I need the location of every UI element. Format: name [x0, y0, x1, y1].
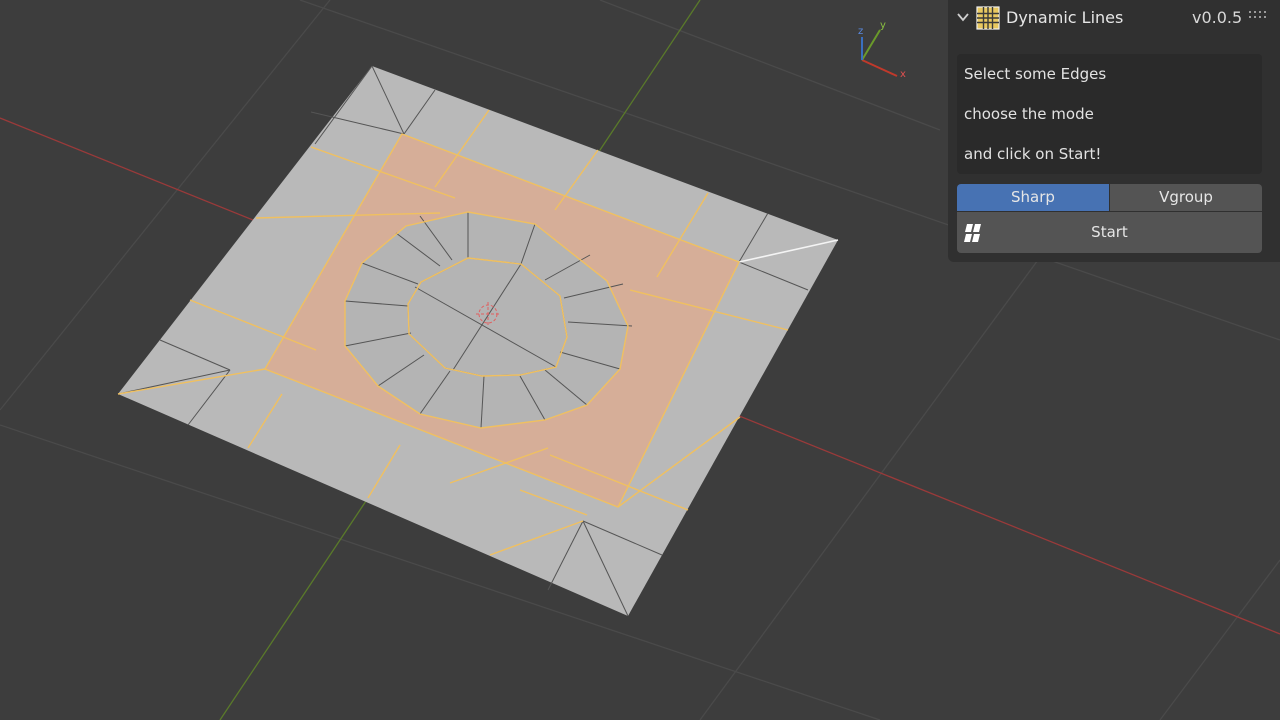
dynamic-lines-panel: Dynamic Lines v0.0.5 Select some Edges c…	[948, 0, 1280, 262]
mode-selector: Sharp Vgroup	[957, 184, 1262, 211]
gizmo-y-axis	[861, 29, 881, 61]
gizmo-x-axis	[861, 59, 898, 77]
panel-header[interactable]: Dynamic Lines v0.0.5	[948, 0, 1280, 36]
drag-handle-icon[interactable]	[1248, 10, 1270, 22]
instruction-line-1: Select some Edges	[964, 65, 1107, 83]
gizmo-y-label: y	[880, 20, 886, 31]
panel-title: Dynamic Lines	[1006, 8, 1124, 27]
instruction-line-2: choose the mode	[964, 105, 1094, 123]
mode-vgroup-button[interactable]: Vgroup	[1110, 184, 1262, 211]
version-label: v0.0.5	[1192, 8, 1243, 27]
axis-gizmo[interactable]: x y z	[858, 20, 906, 80]
chevron-down-icon[interactable]	[956, 10, 970, 24]
mode-sharp-button[interactable]: Sharp	[957, 184, 1109, 211]
instruction-line-3: and click on Start!	[964, 145, 1102, 163]
grid-icon	[976, 6, 1000, 30]
gizmo-x-label: x	[900, 69, 906, 80]
instructions-box: Select some Edges choose the mode and cl…	[957, 54, 1262, 174]
start-label: Start	[1091, 223, 1128, 241]
start-button[interactable]: Start	[957, 212, 1262, 253]
gizmo-z-label: z	[858, 26, 863, 37]
